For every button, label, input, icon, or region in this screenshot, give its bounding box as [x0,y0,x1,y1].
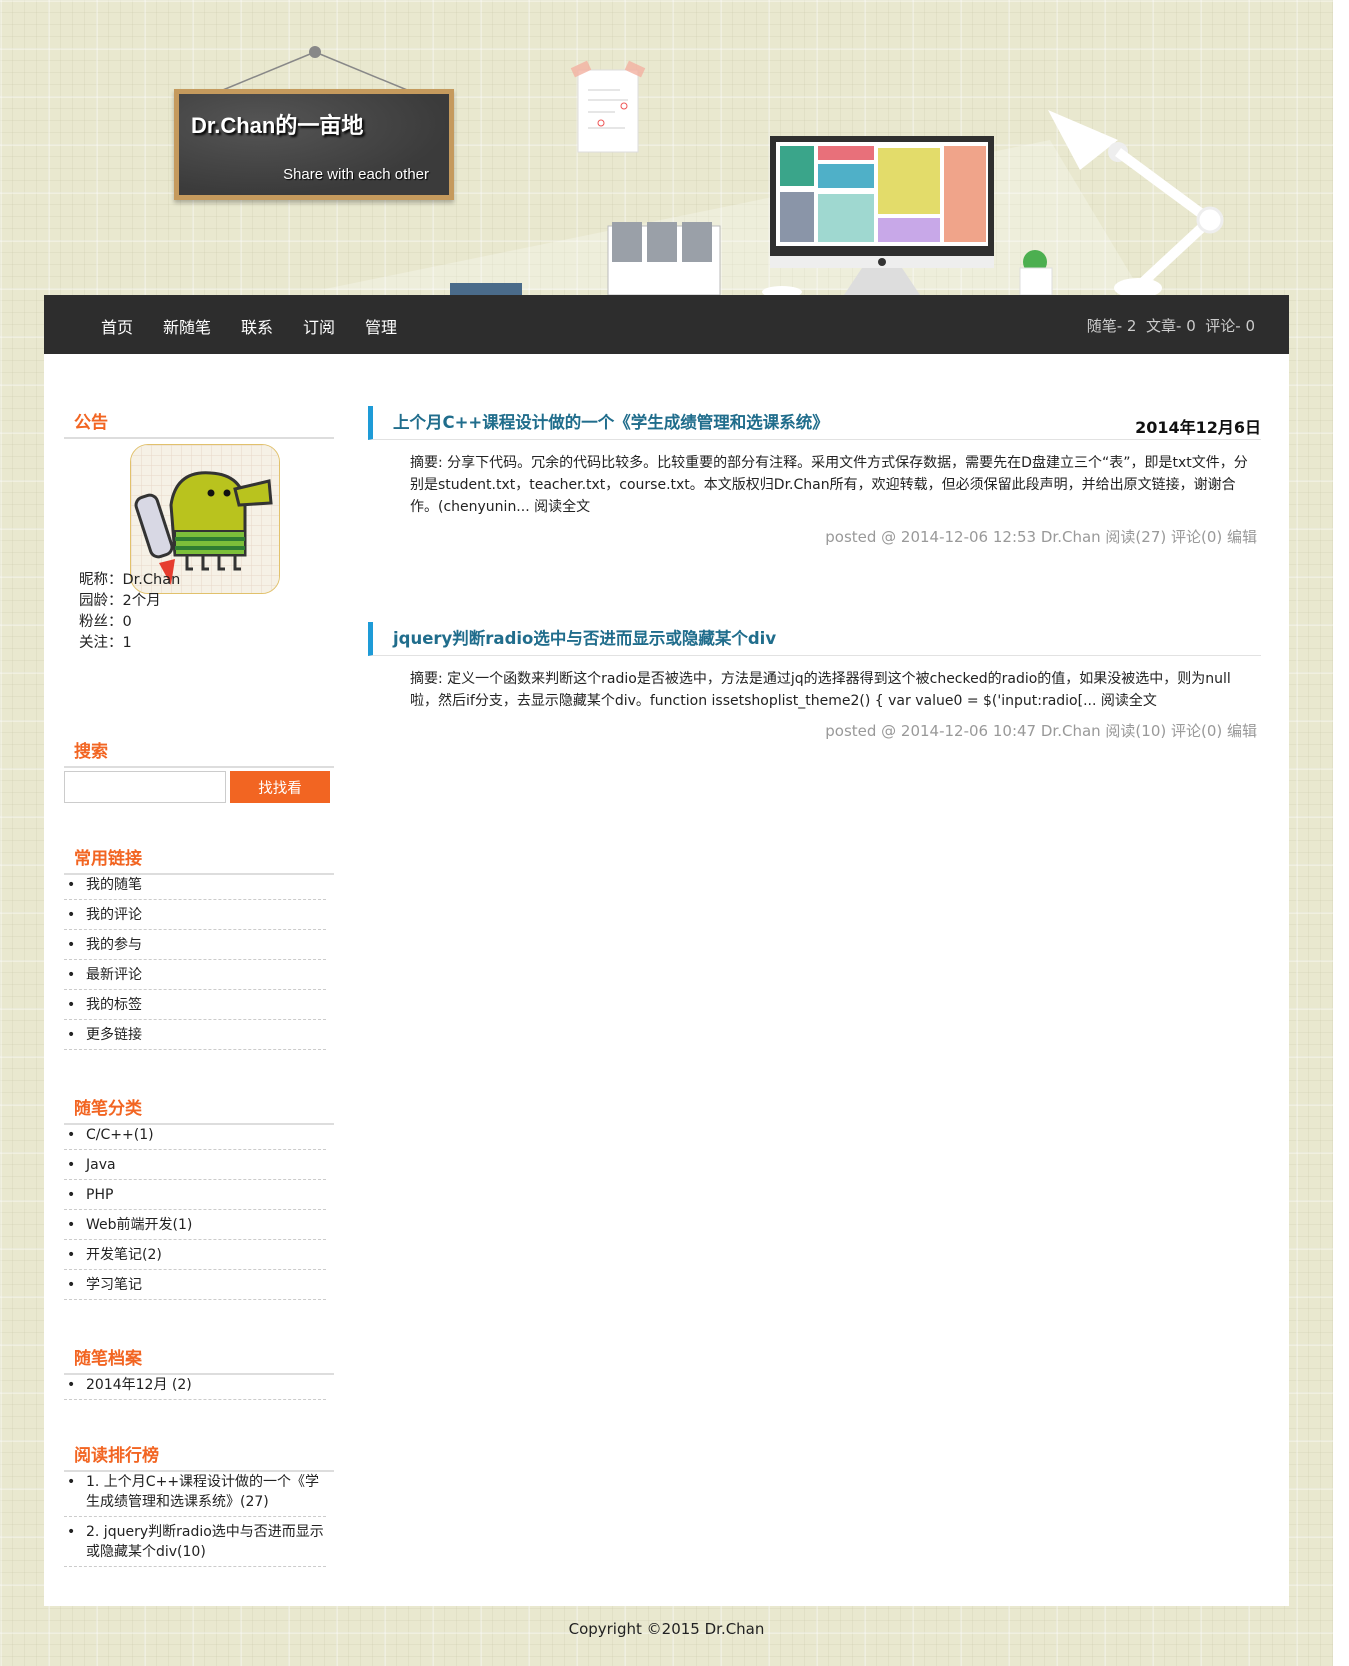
nail-icon [309,46,321,58]
top-nav: 首页 新随笔 联系 订阅 管理 随笔- 2 文章- 0 评论- 0 [44,295,1289,354]
ranking-item[interactable]: 1. 上个月C++课程设计做的一个《学生成绩管理和选课系统》(27) [64,1467,326,1517]
category-item[interactable]: 学习笔记 [64,1270,326,1300]
search-button[interactable]: 找找看 [230,771,330,803]
nav-subscribe[interactable]: 订阅 [303,314,335,338]
profile-nickname[interactable]: 昵称：Dr.Chan [79,568,180,589]
link-latest-comments[interactable]: 最新评论 [64,960,326,990]
binders-icon [607,222,721,295]
ranking-list: 1. 上个月C++课程设计做的一个《学生成绩管理和选课系统》(27) 2. jq… [64,1467,334,1567]
nav-home[interactable]: 首页 [101,314,133,338]
nav-admin[interactable]: 管理 [365,314,397,338]
search-input[interactable] [64,771,226,803]
category-item[interactable]: 开发笔记(2) [64,1240,326,1270]
category-item[interactable]: PHP [64,1180,326,1210]
link-my-posts[interactable]: 我的随笔 [64,870,326,900]
post-header: 上个月C++课程设计做的一个《学生成绩管理和选课系统》 2014年12月6日 [368,406,1261,440]
post-meta[interactable]: posted @ 2014-12-06 10:47 Dr.Chan 阅读(10)… [825,720,1257,741]
site-subtitle: Share with each other [283,166,429,183]
main-panel: 公告 昵称：Dr.Chan 园龄：2个月 粉丝：0 关注：1 搜索 找找看 常用… [44,354,1289,1606]
copyright: Copyright ©2015 Dr.Chan [568,1620,765,1638]
profile-following[interactable]: 关注：1 [79,631,132,652]
category-item[interactable]: C/C++(1) [64,1120,326,1150]
search-title: 搜索 [64,737,334,768]
archive-list: 2014年12月 (2) [64,1370,334,1400]
post-title[interactable]: 上个月C++课程设计做的一个《学生成绩管理和选课系统》 [393,409,829,433]
post-title[interactable]: jquery判断radio选中与否进而显示或隐藏某个div [393,625,776,649]
post-summary: 摘要: 分享下代码。冗余的代码比较多。比较重要的部分有注释。采用文件方式保存数据… [410,455,1248,515]
post-header: jquery判断radio选中与否进而显示或隐藏某个div [368,622,1261,656]
note-paper-icon [570,60,646,153]
profile-age[interactable]: 园龄：2个月 [79,589,161,610]
nav-contact[interactable]: 联系 [241,314,273,338]
common-links-list: 我的随笔 我的评论 我的参与 最新评论 我的标签 更多链接 [64,870,334,1050]
archive-item[interactable]: 2014年12月 (2) [64,1370,326,1400]
link-my-comments[interactable]: 我的评论 [64,900,326,930]
category-item[interactable]: Java [64,1150,326,1180]
site-title[interactable]: Dr.Chan的一亩地 [191,108,363,140]
categories-list: C/C++(1) Java PHP Web前端开发(1) 开发笔记(2) 学习笔… [64,1120,334,1300]
blog-stats: 随笔- 2 文章- 0 评论- 0 [1086,317,1255,335]
profile-followers[interactable]: 粉丝：0 [79,610,132,631]
link-my-participation[interactable]: 我的参与 [64,930,326,960]
page-edge [1333,0,1349,1666]
header-banner: Dr.Chan的一亩地 Share with each other [0,0,1333,295]
link-my-tags[interactable]: 我的标签 [64,990,326,1020]
nav-new-post[interactable]: 新随笔 [163,314,211,338]
post-summary: 摘要: 定义一个函数来判断这个radio是否被选中，方法是通过jq的选择器得到这… [410,671,1231,709]
blackboard-logo[interactable]: Dr.Chan的一亩地 Share with each other [174,89,454,200]
category-item[interactable]: Web前端开发(1) [64,1210,326,1240]
post-date: 2014年12月6日 [1135,418,1261,437]
ranking-item[interactable]: 2. jquery判断radio选中与否进而显示或隐藏某个div(10) [64,1517,326,1567]
post-meta[interactable]: posted @ 2014-12-06 12:53 Dr.Chan 阅读(27)… [825,526,1257,547]
link-more-links[interactable]: 更多链接 [64,1020,326,1050]
notice-title: 公告 [64,408,334,439]
